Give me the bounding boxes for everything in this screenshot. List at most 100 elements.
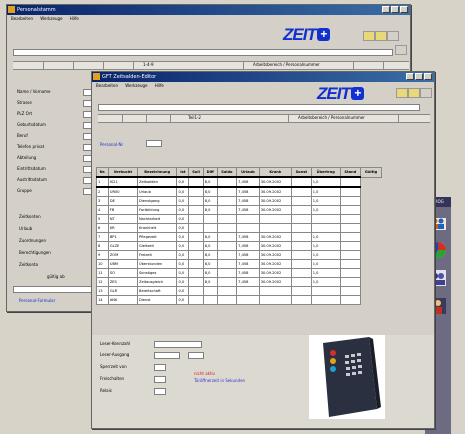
tab-label[interactable]: Teil1-2 — [188, 115, 201, 120]
minimize-button[interactable] — [382, 6, 390, 13]
personal-form-link[interactable]: Personal-Formular — [19, 298, 55, 303]
table-cell: 7,458 — [236, 277, 260, 287]
table-cell — [216, 205, 238, 215]
table-cell: 7,458 — [236, 176, 260, 188]
table-cell: 1,0 — [310, 232, 341, 242]
table-cell: 7,458 — [236, 205, 260, 215]
toolbar-button[interactable] — [420, 88, 432, 98]
form-label: Beruf — [17, 133, 28, 138]
maximize-button[interactable] — [391, 6, 399, 13]
table-row[interactable]: 2 UR00 Urlaub 0,0 8,0 7,458 30.09.2002 1,0 — [96, 186, 382, 197]
side-item[interactable]: Zeitkonten — [19, 214, 41, 219]
menu-item-bearbeiten[interactable]: Bearbeiten — [96, 83, 118, 88]
table-row[interactable]: 3 DE Dienstgang 0,0 8,0 7,458 30.09.2002 1,0 — [96, 196, 382, 206]
table-row[interactable]: 5 NT Nachtarbeit 0,0 — [96, 214, 382, 224]
column-header[interactable]: Diff — [202, 167, 218, 178]
personnel-number-field[interactable] — [146, 140, 162, 147]
table-cell: NT — [107, 214, 138, 224]
toolbar-button[interactable] — [375, 31, 387, 41]
table-cell — [188, 205, 204, 215]
table-cell: 8,0 — [202, 250, 218, 260]
table-cell — [216, 241, 238, 251]
table-row[interactable]: 13 GLR Bereitschaft 0,0 — [96, 286, 382, 296]
table-cell: 30.09.2002 — [258, 232, 292, 242]
column-header[interactable]: Soll — [188, 167, 204, 178]
zeit-logo: ZEIT + — [317, 84, 364, 104]
table-cell — [339, 250, 362, 260]
table-cell: ANK — [107, 295, 138, 305]
column-header[interactable]: Krank — [258, 167, 292, 178]
lock-time-field[interactable] — [154, 364, 166, 371]
table-cell — [236, 223, 260, 233]
table-row[interactable]: 14 ANK Dienst 0,0 — [96, 295, 382, 305]
menu-item-hilfe[interactable]: Hilfe — [70, 16, 79, 21]
toolbar-button[interactable] — [387, 31, 399, 41]
column-header[interactable]: Nr. — [96, 167, 109, 178]
menu-item-werkzeuge[interactable]: Werkzeuge — [40, 16, 62, 21]
table-cell — [216, 196, 238, 206]
reader-exit-field[interactable] — [154, 352, 180, 359]
table-cell — [290, 214, 312, 224]
table-cell: 30.09.2002 — [258, 268, 292, 278]
column-header[interactable]: Gültig — [360, 167, 382, 178]
form-label: Name / Vorname — [17, 89, 51, 94]
menu-item-bearbeiten[interactable]: Bearbeiten — [11, 16, 33, 21]
menu-item-werkzeuge[interactable]: Werkzeuge — [125, 83, 147, 88]
plus-icon: + — [316, 28, 330, 41]
toolbar-button[interactable] — [395, 45, 407, 55]
column-header[interactable]: Urlaub — [236, 167, 260, 178]
column-header[interactable]: Bezeichnung — [136, 167, 178, 178]
column-header[interactable]: Übertrag — [310, 167, 341, 178]
table-cell — [202, 223, 218, 233]
table-row[interactable]: 9 ZOM Freizeit 0,0 8,0 7,458 30.09.2002 1,0 — [96, 250, 382, 260]
table-row[interactable]: 8 GLZE Gleitzeit 0,0 8,0 7,458 30.09.2002 1,0 — [96, 241, 382, 251]
toolbar-button[interactable] — [408, 88, 420, 98]
search-field[interactable] — [98, 104, 420, 111]
reader-exit-field-2[interactable] — [188, 352, 204, 359]
table-cell — [339, 205, 362, 215]
table-cell: 8,0 — [202, 186, 218, 197]
maximize-button[interactable] — [415, 73, 423, 80]
toolbar-button[interactable] — [396, 88, 408, 98]
table-cell — [290, 259, 312, 269]
table-cell — [202, 295, 218, 305]
table-cell: 1,0 — [310, 186, 341, 197]
reader-number-field[interactable] — [154, 341, 202, 348]
table-row[interactable]: 11 SO Sonstiges 0,0 8,0 7,458 30.09.2002 1,0 — [96, 268, 382, 278]
table-row[interactable]: 10 UBM Überstunden 0,0 8,0 7,458 30.09.2002 1,0 — [96, 259, 382, 269]
table-cell: Pflegezeit — [136, 232, 178, 242]
status-field — [13, 286, 95, 293]
side-item[interactable]: gültig ab — [47, 274, 65, 279]
relay-field[interactable] — [154, 388, 166, 395]
side-item[interactable]: Urlaub — [19, 226, 32, 231]
table-cell — [290, 176, 312, 188]
side-item[interactable]: Berechtigungen — [19, 250, 51, 255]
table-cell — [216, 186, 238, 197]
table-row[interactable]: 4 FB Fortbildung 0,0 8,0 7,458 30.09.2002 1,0 — [96, 205, 382, 215]
search-field[interactable] — [13, 49, 393, 56]
side-item[interactable]: Zuordnungen — [19, 238, 46, 243]
close-button[interactable] — [424, 73, 432, 80]
table-row[interactable]: 7 BP1 Pflegezeit 0,0 8,0 7,458 30.09.2002 1,0 — [96, 232, 382, 242]
column-header[interactable]: Stand — [339, 167, 362, 178]
column-header[interactable]: Ist — [176, 167, 190, 178]
column-header[interactable]: Verbucht — [107, 167, 138, 178]
close-button[interactable] — [400, 6, 408, 13]
menu-item-hilfe[interactable]: Hilfe — [155, 83, 164, 88]
minimize-button[interactable] — [406, 73, 414, 80]
table-row[interactable]: 12 ZES Zeitausgleich 0,0 8,0 7,458 30.09.2002 1… — [96, 277, 382, 287]
tab-label[interactable]: Arbeitsbereich / Personalnummer — [298, 115, 365, 120]
tab-label[interactable]: 1-4-9 — [143, 62, 154, 67]
tab-label[interactable]: Arbeitsbereich / Personalnummer — [253, 62, 320, 67]
table-cell: 1,0 — [310, 250, 341, 260]
table-row[interactable]: 1 IS21 Zeitsalden 0,0 8,0 7,458 30.09.2002 1,0 — [96, 176, 382, 188]
toolbar-button[interactable] — [363, 31, 375, 41]
side-item[interactable]: Zeitkonto — [19, 262, 38, 267]
unlock-field[interactable] — [154, 376, 166, 383]
table-row[interactable]: 6 KR Krankheit 0,0 — [96, 223, 382, 233]
table-cell: 1,0 — [310, 259, 341, 269]
table-cell — [216, 259, 238, 269]
column-header[interactable]: Saldo — [216, 167, 238, 178]
column-header[interactable]: Sonst — [290, 167, 312, 178]
personnel-titlebar: Personalstamm — [7, 5, 410, 15]
